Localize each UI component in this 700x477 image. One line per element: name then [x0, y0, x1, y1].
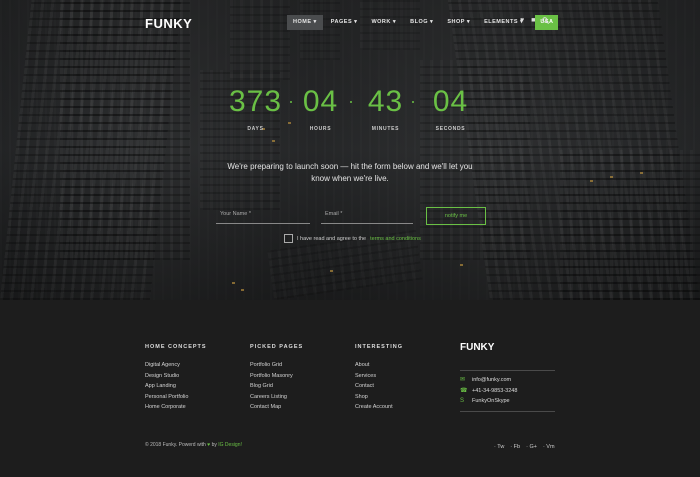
social-googleplus[interactable]: · G+ — [526, 444, 537, 450]
social-facebook[interactable]: · Fb — [510, 444, 520, 450]
copyright: © 2018 Funky. Powerd with ♥ by IG Design… — [145, 442, 242, 448]
footer-link[interactable]: Blog Grid — [250, 381, 303, 392]
contact-phone-text[interactable]: +41-34-9853-3248 — [472, 388, 517, 394]
menu-item-home[interactable]: HOME ▾ — [287, 15, 323, 30]
heart-icon[interactable]: ♥ — [520, 17, 524, 26]
countdown-days: 373 DAYS — [228, 85, 283, 133]
nav-icons: ♥ ■ — [520, 17, 550, 26]
search-icon[interactable] — [542, 17, 550, 26]
footer: HOME CONCEPTS Digital Agency Design Stud… — [0, 300, 700, 477]
hero-section: FUNKY HOME ▾ PAGES ▾ WORK ▾ BLOG ▾ SHOP … — [0, 0, 700, 300]
contact-skype-text[interactable]: FunkyOnSkype — [472, 398, 510, 404]
menu-item-blog[interactable]: BLOG ▾ — [404, 15, 439, 30]
terms-checkbox[interactable] — [284, 234, 293, 243]
countdown-minutes-value: 43 — [367, 85, 404, 118]
skype-icon: S — [460, 398, 465, 404]
footer-link[interactable]: Portfolio Masonry — [250, 371, 303, 382]
social-twitter[interactable]: · Tw — [494, 444, 504, 450]
countdown-seconds-value: 04 — [432, 85, 469, 118]
countdown-days-value: 373 — [228, 85, 283, 118]
mail-icon: ✉ — [460, 377, 466, 383]
countdown-hours-value: 04 — [302, 85, 339, 118]
footer-link[interactable]: Home Corporate — [145, 402, 207, 413]
countdown-days-label: DAYS — [247, 126, 264, 132]
heart-icon: ♥ — [207, 442, 211, 448]
contact-phone: ☎ +41-34-9853-3248 — [460, 387, 517, 395]
contact-skype: S FunkyOnSkype — [460, 398, 510, 404]
footer-link[interactable]: Design Studio — [145, 371, 207, 382]
countdown-hours-label: HOURS — [309, 126, 332, 132]
footer-link[interactable]: Shop — [355, 392, 403, 403]
top-nav: FUNKY HOME ▾ PAGES ▾ WORK ▾ BLOG ▾ SHOP … — [0, 0, 700, 44]
contact-email: ✉ info@funky.com — [460, 376, 511, 384]
countdown: 373 DAYS 04 HOURS 43 MINUTES 04 SECONDS — [228, 85, 478, 133]
bag-icon[interactable]: ■ — [531, 17, 535, 26]
menu-item-pages[interactable]: PAGES ▾ — [325, 15, 364, 30]
terms-label: I have read and agree to the — [297, 235, 367, 242]
countdown-minutes-label: MINUTES — [371, 126, 400, 132]
footer-logo[interactable]: FUNKY — [460, 342, 494, 353]
footer-link[interactable]: Create Account — [355, 402, 403, 413]
notify-me-button[interactable]: notify me — [426, 207, 486, 225]
footer-link[interactable]: Services — [355, 371, 403, 382]
footer-link[interactable]: About — [355, 360, 403, 371]
footer-link[interactable]: Personal Portfolio — [145, 392, 207, 403]
countdown-minutes: 43 MINUTES — [358, 85, 413, 133]
copyright-text: © 2018 Funky. Powerd with — [145, 442, 206, 448]
menu-item-shop[interactable]: SHOP ▾ — [441, 15, 476, 30]
launch-message: We're preparing to launch soon — hit the… — [227, 162, 473, 183]
notify-form: Your Name * Email * notify me — [216, 207, 486, 225]
footer-column-title: PICKED PAGES — [250, 344, 304, 350]
social-links: · Tw · Fb · G+ · Vm — [494, 444, 555, 450]
designer-link[interactable]: IG Design! — [218, 442, 242, 448]
footer-link[interactable]: App Landing — [145, 381, 207, 392]
email-input[interactable]: Email * — [321, 207, 413, 224]
terms-link[interactable]: terms and conditions — [370, 236, 421, 242]
footer-divider — [460, 370, 555, 371]
footer-column-title: HOME CONCEPTS — [145, 344, 207, 350]
phone-icon: ☎ — [460, 388, 468, 394]
menu-item-work[interactable]: WORK ▾ — [365, 15, 402, 30]
countdown-separator — [350, 101, 352, 103]
contact-email-text[interactable]: info@funky.com — [472, 377, 511, 383]
footer-column-title: INTERESTING — [355, 344, 403, 350]
countdown-seconds: 04 SECONDS — [423, 85, 478, 133]
countdown-hours: 04 HOURS — [293, 85, 348, 133]
name-input[interactable]: Your Name * — [216, 207, 310, 224]
footer-link[interactable]: Digital Agency — [145, 360, 207, 371]
footer-column-home-concepts: HOME CONCEPTS Digital Agency Design Stud… — [145, 344, 207, 413]
countdown-separator — [290, 101, 292, 103]
copyright-by: by — [211, 442, 217, 448]
brand-logo[interactable]: FUNKY — [145, 16, 192, 31]
footer-column-interesting: INTERESTING About Services Contact Shop … — [355, 344, 403, 413]
social-vimeo[interactable]: · Vm — [543, 444, 555, 450]
footer-link[interactable]: Contact Map — [250, 402, 303, 413]
footer-link[interactable]: Careers Listing — [250, 392, 303, 403]
countdown-seconds-label: SECONDS — [435, 126, 466, 132]
footer-column-picked-pages: PICKED PAGES Portfolio Grid Portfolio Ma… — [250, 344, 303, 413]
terms-agreement: I have read and agree to the terms and c… — [284, 234, 421, 243]
footer-divider — [460, 411, 555, 412]
footer-link[interactable]: Contact — [355, 381, 403, 392]
countdown-separator — [412, 101, 414, 103]
footer-link[interactable]: Portfolio Grid — [250, 360, 303, 371]
